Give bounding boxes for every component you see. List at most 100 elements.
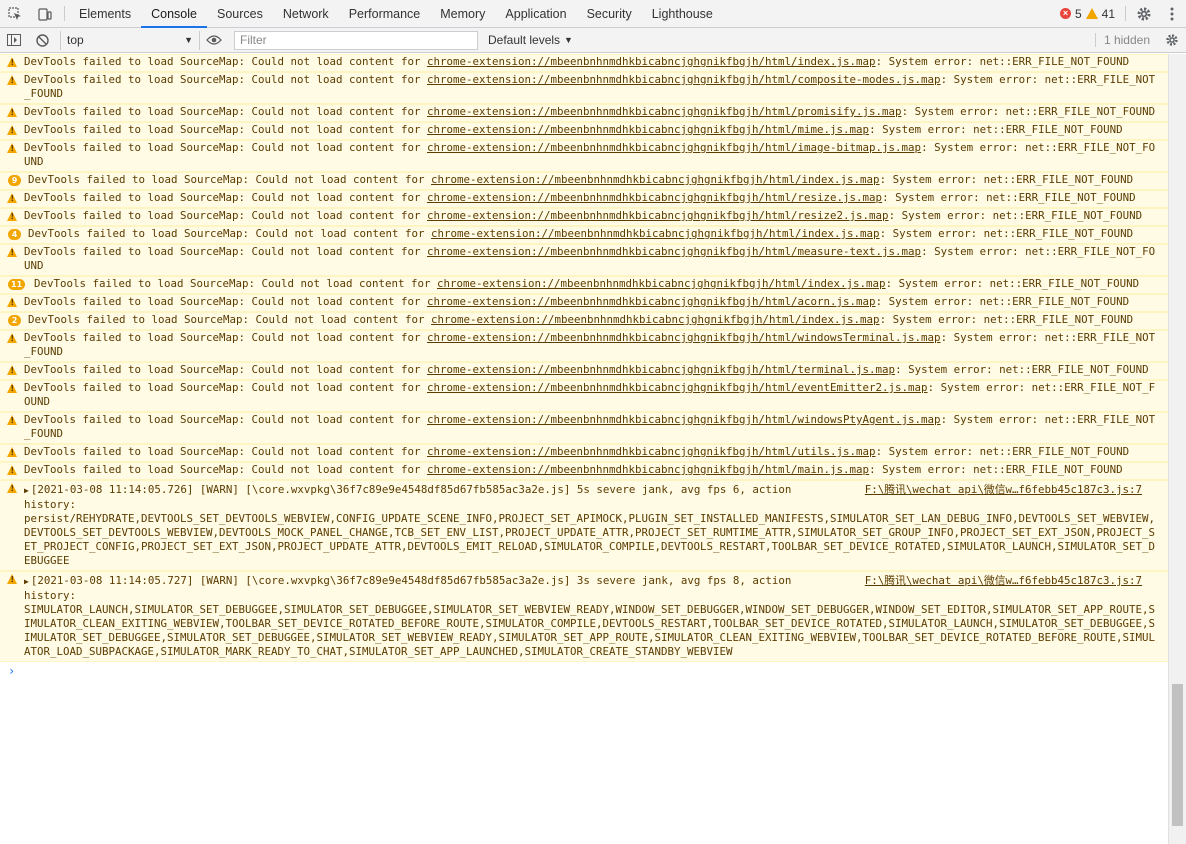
message-text: DevTools failed to load SourceMap: Could… <box>24 331 428 344</box>
context-select[interactable]: top ▼ <box>60 30 200 50</box>
hidden-count: 1 hidden <box>1094 33 1158 47</box>
sourcemap-link[interactable]: chrome-extension://mbeenbnhnmdhkbicabncj… <box>427 363 895 376</box>
tab-security[interactable]: Security <box>577 0 642 27</box>
source-location-link[interactable]: F:\腾讯\wechat api\微信w…f6febb45c187c3.js:7 <box>865 574 1142 588</box>
tab-performance[interactable]: Performance <box>339 0 431 27</box>
tab-application[interactable]: Application <box>495 0 576 27</box>
repeat-count-badge: 2 <box>8 315 21 326</box>
sourcemap-link[interactable]: chrome-extension://mbeenbnhnmdhkbicabncj… <box>427 463 869 476</box>
console-message: 4 DevTools failed to load SourceMap: Coul… <box>0 226 1168 244</box>
console-message: DevTools failed to load SourceMap: Could… <box>0 444 1168 462</box>
sourcemap-link[interactable]: chrome-extension://mbeenbnhnmdhkbicabncj… <box>427 245 921 258</box>
message-tail: : System error: net::ERR_FILE_NOT_FOUND <box>901 105 1156 118</box>
show-sidebar-icon[interactable] <box>0 28 28 53</box>
warning-icon <box>7 483 17 493</box>
tab-list: Elements Console Sources Network Performance… <box>69 0 723 28</box>
message-text: DevTools failed to load SourceMap: Could… <box>24 55 428 68</box>
sourcemap-link[interactable]: chrome-extension://mbeenbnhnmdhkbicabncj… <box>427 55 876 68</box>
sourcemap-link[interactable]: chrome-extension://mbeenbnhnmdhkbicabncj… <box>427 209 889 222</box>
warning-icon <box>7 383 17 393</box>
warning-icon <box>7 247 17 257</box>
message-tail: : System error: net::ERR_FILE_NOT_FOUND <box>885 277 1140 290</box>
sourcemap-link[interactable]: chrome-extension://mbeenbnhnmdhkbicabncj… <box>427 413 941 426</box>
message-tail: : System error: net::ERR_FILE_NOT_FOUND <box>888 209 1143 222</box>
tab-elements[interactable]: Elements <box>69 0 141 27</box>
console-message: DevTools failed to load SourceMap: Could… <box>0 244 1168 276</box>
issue-counts[interactable]: × 5 41 <box>1059 0 1121 27</box>
warning-icon <box>7 333 17 343</box>
console-message: DevTools failed to load SourceMap: Could… <box>0 208 1168 226</box>
filter-input[interactable] <box>234 30 478 50</box>
sourcemap-link[interactable]: chrome-extension://mbeenbnhnmdhkbicabncj… <box>437 277 886 290</box>
message-text: DevTools failed to load SourceMap: Could… <box>34 277 438 290</box>
console-message: DevTools failed to load SourceMap: Could… <box>0 380 1168 412</box>
message-text: DevTools failed to load SourceMap: Could… <box>24 463 428 476</box>
settings-gear-icon[interactable] <box>1130 0 1158 27</box>
jank-warning-message[interactable]: F:\腾讯\wechat api\微信w…f6febb45c187c3.js:7… <box>0 480 1168 571</box>
tab-sources[interactable]: Sources <box>207 0 273 27</box>
console-message: DevTools failed to load SourceMap: Could… <box>0 412 1168 444</box>
live-expression-eye-icon[interactable] <box>200 28 228 53</box>
prompt-caret-icon: › <box>8 664 16 678</box>
tab-lighthouse[interactable]: Lighthouse <box>642 0 723 27</box>
console-settings-gear-icon[interactable] <box>1158 28 1186 53</box>
message-text: DevTools failed to load SourceMap: Could… <box>24 245 428 258</box>
tab-network[interactable]: Network <box>273 0 339 27</box>
sourcemap-link[interactable]: chrome-extension://mbeenbnhnmdhkbicabncj… <box>431 313 880 326</box>
sourcemap-link[interactable]: chrome-extension://mbeenbnhnmdhkbicabncj… <box>427 191 882 204</box>
source-location-link[interactable]: F:\腾讯\wechat api\微信w…f6febb45c187c3.js:7 <box>865 483 1142 497</box>
console-message: 9 DevTools failed to load SourceMap: Coul… <box>0 172 1168 190</box>
sourcemap-link[interactable]: chrome-extension://mbeenbnhnmdhkbicabncj… <box>427 141 921 154</box>
warning-icon <box>7 211 17 221</box>
message-text: DevTools failed to load SourceMap: Could… <box>24 191 428 204</box>
warning-icon <box>7 574 17 584</box>
message-text: DevTools failed to load SourceMap: Could… <box>28 313 432 326</box>
sourcemap-link[interactable]: chrome-extension://mbeenbnhnmdhkbicabncj… <box>427 445 876 458</box>
warning-icon <box>1085 8 1098 19</box>
clear-console-icon[interactable] <box>28 28 56 53</box>
console-message: DevTools failed to load SourceMap: Could… <box>0 104 1168 122</box>
sourcemap-link[interactable]: chrome-extension://mbeenbnhnmdhkbicabncj… <box>427 295 876 308</box>
console-prompt[interactable]: › <box>0 662 1168 682</box>
message-tail: : System error: net::ERR_FILE_NOT_FOUND <box>895 363 1149 376</box>
sourcemap-link[interactable]: chrome-extension://mbeenbnhnmdhkbicabncj… <box>431 173 880 186</box>
console-messages[interactable]: DevTools failed to load SourceMap: Could… <box>0 54 1168 844</box>
error-count: 5 <box>1074 6 1082 21</box>
tab-console[interactable]: Console <box>141 0 207 28</box>
jank-history: history: persist/REHYDRATE,DEVTOOLS_SET_… <box>24 498 1156 567</box>
message-text: DevTools failed to load SourceMap: Could… <box>24 363 428 376</box>
warning-icon <box>7 465 17 475</box>
device-toolbar-icon[interactable] <box>30 0 60 27</box>
expand-triangle-icon[interactable]: ▶ <box>24 575 29 589</box>
context-value: top <box>67 33 84 47</box>
sourcemap-link[interactable]: chrome-extension://mbeenbnhnmdhkbicabncj… <box>431 227 880 240</box>
warning-icon <box>7 415 17 425</box>
log-levels-dropdown[interactable]: Default levels ▼ <box>486 33 575 47</box>
console-scrollbar[interactable] <box>1168 54 1186 844</box>
inspect-element-icon[interactable] <box>0 0 30 27</box>
console-toolbar: top ▼ Default levels ▼ 1 hidden <box>0 28 1186 53</box>
jank-message-list: F:\腾讯\wechat api\微信w…f6febb45c187c3.js:7… <box>0 480 1168 662</box>
jank-warning-message[interactable]: F:\腾讯\wechat api\微信w…f6febb45c187c3.js:7… <box>0 571 1168 662</box>
repeat-count-badge: 9 <box>8 175 21 186</box>
sourcemap-link[interactable]: chrome-extension://mbeenbnhnmdhkbicabncj… <box>427 381 928 394</box>
dropdown-arrow-icon: ▼ <box>564 35 573 45</box>
message-tail: : System error: net::ERR_FILE_NOT_FOUND <box>879 313 1134 326</box>
expand-triangle-icon[interactable]: ▶ <box>24 484 29 498</box>
sourcemap-link[interactable]: chrome-extension://mbeenbnhnmdhkbicabncj… <box>427 123 869 136</box>
console-message: DevTools failed to load SourceMap: Could… <box>0 294 1168 312</box>
error-icon: × <box>1059 8 1071 19</box>
sourcemap-link[interactable]: chrome-extension://mbeenbnhnmdhkbicabncj… <box>427 331 941 344</box>
more-options-icon[interactable] <box>1158 0 1186 27</box>
message-text: DevTools failed to load SourceMap: Could… <box>28 173 432 186</box>
message-text: DevTools failed to load SourceMap: Could… <box>24 295 428 308</box>
sourcemap-link[interactable]: chrome-extension://mbeenbnhnmdhkbicabncj… <box>427 73 941 86</box>
message-tail: : System error: net::ERR_FILE_NOT_FOUND <box>879 227 1134 240</box>
message-text: DevTools failed to load SourceMap: Could… <box>24 123 428 136</box>
scrollbar-thumb[interactable] <box>1172 684 1183 826</box>
console-message: 11 DevTools failed to load SourceMap: Cou… <box>0 276 1168 294</box>
warning-icon <box>7 447 17 457</box>
warning-icon <box>7 365 17 375</box>
sourcemap-link[interactable]: chrome-extension://mbeenbnhnmdhkbicabncj… <box>427 105 902 118</box>
tab-memory[interactable]: Memory <box>430 0 495 27</box>
